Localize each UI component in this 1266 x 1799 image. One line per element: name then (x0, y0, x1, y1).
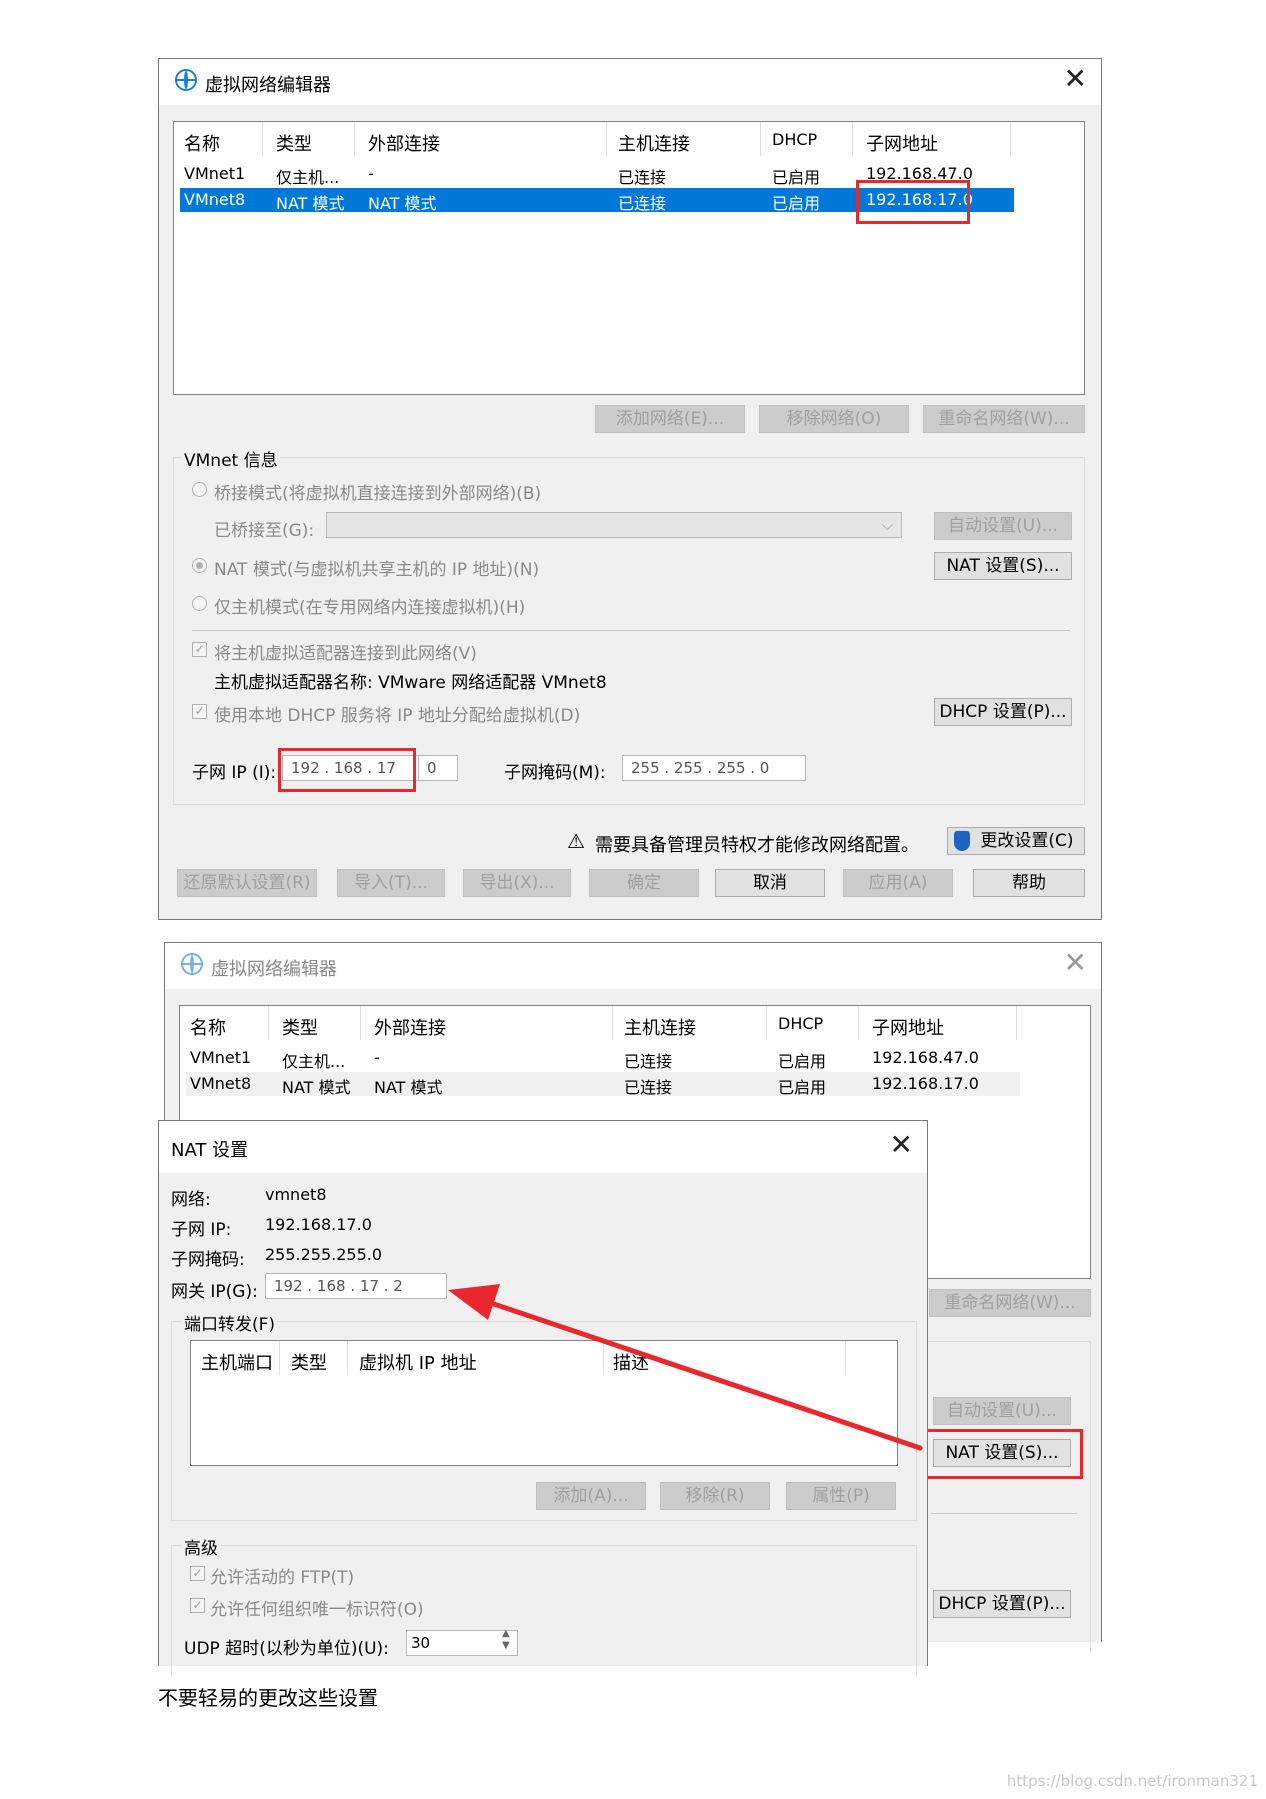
caption-text: 不要轻易的更改这些设置 (158, 1686, 378, 1710)
annotation-arrow (448, 1284, 923, 1451)
watermark-text: https://blog.csdn.net/ironman321 (1006, 1772, 1258, 1790)
